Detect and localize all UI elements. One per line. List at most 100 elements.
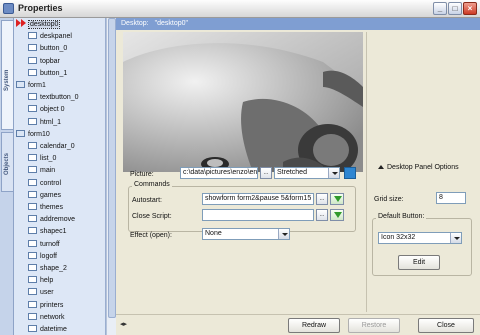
tree-item[interactable]: calendar_0 (28, 141, 75, 152)
tree-item-label: printers (40, 301, 64, 309)
tree-item[interactable]: button_0 (28, 43, 67, 54)
minimize-button[interactable]: _ (433, 2, 447, 15)
close-script-label: Close Script: (132, 213, 172, 220)
restore-button[interactable]: Restore (348, 318, 400, 333)
tree-item-label: deskpanel (40, 33, 72, 41)
tree-item[interactable]: addremove (28, 214, 75, 225)
tree-item[interactable]: network (28, 312, 65, 323)
tree-item-label: form1 (28, 82, 46, 89)
tree-item[interactable]: form1 (16, 80, 46, 91)
tree-item[interactable]: shapec1 (28, 226, 66, 237)
grid-size-label: Grid size: (374, 196, 404, 203)
picture-mode-select[interactable]: Stretched (274, 167, 340, 179)
tree-item-label: logoff (40, 252, 57, 260)
tree-item[interactable]: shape_2 (28, 263, 67, 274)
tab-objects-label: Objects (4, 152, 10, 175)
tree-item[interactable]: list_0 (28, 153, 56, 164)
close-script-run-button[interactable] (330, 209, 344, 221)
object-icon (28, 44, 37, 52)
app-icon (3, 3, 14, 14)
tab-objects[interactable]: Objects (1, 132, 13, 192)
desktop-panel-options-label: Desktop Panel Options (387, 164, 459, 171)
picture-preview (123, 32, 363, 172)
object-icon (28, 239, 37, 247)
chevron-down-icon (278, 229, 289, 239)
tree-item[interactable]: logoff (28, 251, 57, 262)
object-icon (28, 312, 37, 320)
tree-item[interactable]: datetime (28, 324, 67, 335)
object-icon (28, 32, 37, 40)
default-button-value: Icon 32x32 (381, 234, 416, 241)
tree-item[interactable]: topbar (28, 56, 60, 67)
minimize-icon: _ (437, 4, 443, 13)
object-icon (28, 56, 37, 64)
close-script-field[interactable] (202, 209, 314, 221)
tree-item-label: datetime (40, 326, 67, 333)
tree-item[interactable]: object 0 (28, 104, 65, 115)
tree-item[interactable]: textbutton_0 (28, 92, 79, 103)
object-icon (28, 93, 37, 101)
desktop-panel-options-toggle[interactable]: Desktop Panel Options (378, 164, 459, 171)
object-icon (28, 227, 37, 235)
autostart-browse-button[interactable]: ... (316, 193, 328, 205)
object-icon (28, 154, 37, 162)
close-icon: × (467, 4, 473, 13)
tree-item[interactable]: button_1 (28, 68, 67, 79)
tree-scrollbar[interactable] (106, 18, 116, 335)
picture-path-field[interactable]: c:\data\pictures\enzo\enz (180, 167, 258, 179)
object-icon (28, 105, 37, 113)
tree-item[interactable]: html_1 (28, 117, 61, 128)
chevron-down-icon (450, 233, 461, 243)
tree-item-label: shapec1 (40, 228, 67, 236)
default-button-select[interactable]: Icon 32x32 (378, 232, 462, 244)
object-icon (28, 215, 37, 223)
tree-item[interactable]: control (28, 178, 61, 189)
window-title: Properties (18, 3, 63, 13)
close-window-button[interactable]: × (463, 2, 477, 15)
tree-item[interactable]: turnoff (28, 239, 60, 250)
edit-button[interactable]: Edit (398, 255, 440, 270)
tree-item-label: addremove (40, 216, 76, 224)
tree-item[interactable]: games (28, 190, 61, 201)
redraw-button[interactable]: Redraw (288, 318, 340, 333)
tree-item-label: themes (40, 204, 63, 211)
close-script-browse-button[interactable]: ... (316, 209, 328, 221)
object-icon (28, 264, 37, 271)
effect-select[interactable]: None (202, 228, 290, 240)
maximize-button[interactable]: □ (448, 2, 462, 15)
autostart-field[interactable]: showform form2&pause 5&form15 tr (202, 193, 314, 205)
object-icon (28, 251, 37, 259)
tree-item[interactable]: help (28, 275, 53, 286)
picture-mode-value: Stretched (277, 169, 307, 176)
tree-item[interactable]: form10 (16, 129, 50, 140)
tree-item-label: desktop0 (27, 20, 61, 29)
background-color-swatch[interactable] (344, 167, 356, 179)
object-icon (28, 276, 37, 284)
panel-resize-icon[interactable]: ◂▸ (120, 320, 127, 328)
tree-item-label: object 0 (40, 106, 65, 114)
object-icon (28, 166, 37, 174)
picture-label: Picture: (130, 171, 154, 178)
autostart-label: Autostart: (132, 197, 162, 204)
tab-system[interactable]: System (1, 20, 13, 130)
tree-item[interactable]: themes (28, 202, 63, 213)
close-button[interactable]: Close (418, 318, 474, 333)
picture-browse-button[interactable]: ... (260, 167, 272, 179)
desktop-header-value: "desktop0" (154, 20, 189, 27)
tree-item[interactable]: user (28, 287, 54, 298)
tab-system-label: System (4, 69, 10, 91)
object-icon (28, 117, 37, 125)
tree-item[interactable]: printers (28, 300, 63, 311)
autostart-run-button[interactable] (330, 193, 344, 205)
object-icon (28, 178, 37, 186)
tree-scrollbar-thumb[interactable] (108, 18, 116, 318)
tree-item[interactable]: deskpanel (28, 31, 72, 42)
tree-item-label: games (40, 191, 62, 199)
tree-item-label: user (40, 289, 54, 297)
object-icon (28, 288, 37, 296)
tree-item[interactable]: desktop0 (16, 19, 61, 30)
tree-item[interactable]: main (28, 165, 55, 176)
maximize-icon: □ (452, 4, 458, 13)
grid-size-field[interactable]: 8 (436, 192, 466, 204)
form-icon (16, 129, 25, 137)
